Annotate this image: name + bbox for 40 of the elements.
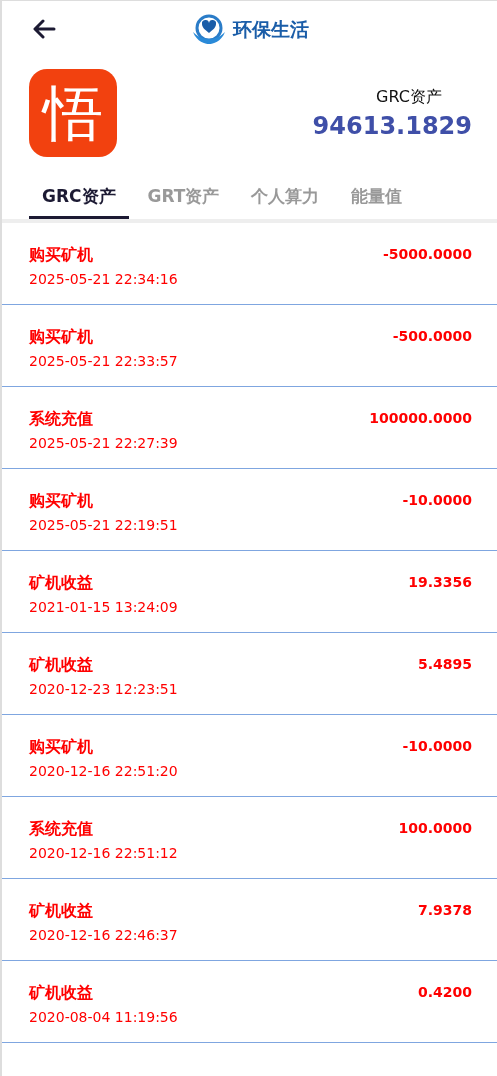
record-type: 系统充值 (29, 819, 94, 840)
record-type: 矿机收益 (29, 655, 94, 676)
tab[interactable]: 能量值 (338, 181, 416, 219)
tab[interactable]: 个人算力 (238, 181, 333, 219)
record-amount: -500.0000 (392, 327, 472, 346)
asset-label: GRC资产 (376, 86, 442, 108)
asset-balance: 94613.1829 (312, 111, 472, 140)
record-time: 2021-01-15 13:24:09 (29, 599, 178, 615)
record-time: 2025-05-21 22:27:39 (29, 435, 178, 451)
record-time: 2020-12-23 12:23:51 (29, 681, 178, 697)
tab[interactable]: GRC资产 (29, 181, 129, 219)
record-amount: -10.0000 (402, 491, 472, 510)
record-amount: 7.9378 (417, 901, 472, 920)
record-time: 2020-12-16 22:51:12 (29, 845, 178, 861)
record-amount: -5000.0000 (382, 245, 472, 264)
record-type: 矿机收益 (29, 901, 94, 922)
record-type: 矿机收益 (29, 983, 94, 1004)
record-amount: 100.0000 (398, 819, 472, 838)
record-type: 购买矿机 (29, 327, 94, 348)
back-arrow-icon[interactable] (32, 19, 56, 39)
record-time: 2020-12-16 22:51:20 (29, 763, 178, 779)
avatar: 悟 (29, 69, 117, 157)
record-type: 购买矿机 (29, 245, 94, 266)
app-title: 环保生活 (232, 17, 309, 42)
hands-heart-logo-icon (190, 14, 227, 46)
record-time: 2020-08-04 11:19:56 (29, 1009, 178, 1025)
record-time: 2025-05-21 22:34:16 (29, 271, 178, 287)
record-time: 2020-12-16 22:46:37 (29, 927, 178, 943)
record-time: 2025-05-21 22:33:57 (29, 353, 178, 369)
record-amount: 5.4895 (417, 655, 472, 674)
record-time: 2025-05-21 22:19:51 (29, 517, 178, 533)
record-type: 矿机收益 (29, 573, 94, 594)
tab[interactable]: GRT资产 (134, 181, 233, 219)
record-amount: 19.3356 (408, 573, 472, 592)
record-amount: 0.4200 (417, 983, 472, 1002)
record-type: 系统充值 (29, 409, 94, 430)
record-amount: -10.0000 (402, 737, 472, 756)
record-amount: 100000.0000 (369, 409, 472, 428)
record-type: 购买矿机 (29, 737, 94, 758)
record-type: 购买矿机 (29, 491, 94, 512)
